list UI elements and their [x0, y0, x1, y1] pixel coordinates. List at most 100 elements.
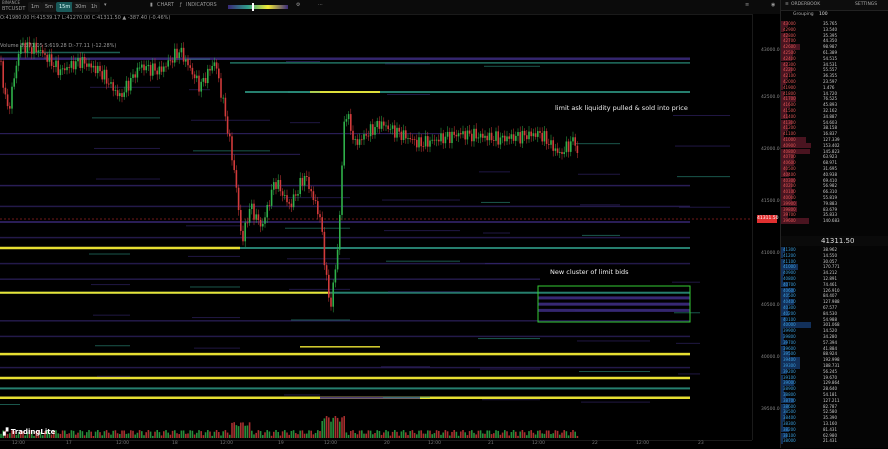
bid-row[interactable]: 38200 81.431: [781, 426, 888, 433]
bid-row[interactable]: 41100 30.057: [781, 258, 888, 265]
ask-row[interactable]: 39900 79.883: [781, 200, 888, 207]
bid-row[interactable]: 38700 127.211: [781, 397, 888, 404]
menu-icon[interactable]: ≡: [745, 2, 749, 8]
ask-row[interactable]: 42600 98.987: [781, 44, 888, 50]
ask-row[interactable]: 41900 1.476: [781, 84, 888, 91]
bid-row[interactable]: 39700 57.394: [781, 339, 888, 346]
ask-row[interactable]: 41300 54.603: [781, 119, 888, 126]
timeframe-30m-button[interactable]: 30m: [72, 2, 90, 12]
bid-row[interactable]: 38000 21.431: [781, 438, 888, 444]
bid-row[interactable]: 38400 35.390: [781, 415, 888, 421]
ask-row[interactable]: 42300 34.531: [781, 61, 888, 68]
ask-row[interactable]: 40200 56.982: [781, 183, 888, 189]
ask-row[interactable]: 42800 35.395: [781, 32, 888, 39]
bid-row[interactable]: 40500 84.407: [781, 293, 888, 299]
heatmap-range-slider[interactable]: [228, 5, 288, 9]
ask-row[interactable]: 41400 34.887: [781, 113, 888, 120]
ask-row[interactable]: 39600 140.683: [781, 218, 888, 224]
ask-size: 44.350: [823, 38, 837, 44]
volume-bar: [79, 430, 81, 438]
tab-settings[interactable]: SETTINGS: [855, 2, 877, 7]
bid-row[interactable]: 41300 38.962: [781, 247, 888, 253]
timeframe-1m-button[interactable]: 1m: [28, 2, 43, 12]
symbol-label[interactable]: BTCUSDT: [2, 6, 25, 12]
more-options-icon[interactable]: ⋯: [318, 2, 323, 8]
candle-body: [519, 132, 521, 144]
dropdown-chevron-icon[interactable]: ▾: [104, 2, 107, 8]
slider-handle[interactable]: [252, 3, 254, 11]
ask-row[interactable]: 42000 23.597: [781, 79, 888, 85]
ask-row[interactable]: 41600 45.893: [781, 102, 888, 108]
bid-row[interactable]: 40300 67.577: [781, 305, 888, 311]
bid-row[interactable]: 38100 62.980: [781, 432, 888, 439]
ask-row[interactable]: 41800 14.720: [781, 90, 888, 97]
candle-body: [409, 138, 411, 140]
price-axis[interactable]: 43000.00 42500.00 42000.00 41500.00 4100…: [752, 14, 782, 440]
ask-price: 42900: [783, 26, 796, 32]
ask-row[interactable]: 39800 83.679: [781, 206, 888, 213]
ask-row[interactable]: 39700 35.833: [781, 212, 888, 218]
bid-row[interactable]: 41000 170.771: [781, 264, 888, 270]
bid-row[interactable]: 39400 192.998: [781, 357, 888, 363]
timeframe-15m-button[interactable]: 15m: [56, 2, 74, 12]
ask-row[interactable]: 41700 76.525: [781, 96, 888, 102]
bid-row[interactable]: 40200 84.530: [781, 310, 888, 317]
ask-row[interactable]: 41000 127.339: [781, 137, 888, 143]
bid-row[interactable]: 38500 52.580: [781, 409, 888, 415]
heatmap-chart[interactable]: [0, 24, 752, 440]
ask-row[interactable]: 42900 13.540: [781, 26, 888, 33]
bid-row[interactable]: 40600 126.910: [781, 287, 888, 294]
bid-row[interactable]: 39500 88.924: [781, 351, 888, 357]
tab-orderbook[interactable]: ORDERBOOK: [791, 2, 820, 7]
ask-row[interactable]: 42700 44.350: [781, 38, 888, 44]
bid-row[interactable]: 40700 74.461: [781, 281, 888, 288]
ask-row[interactable]: 42400 54.515: [781, 55, 888, 62]
bid-row[interactable]: 38600 82.787: [781, 403, 888, 410]
ask-row[interactable]: 41100 16.837: [781, 131, 888, 137]
ask-row[interactable]: 40900 153.402: [781, 142, 888, 149]
ask-row[interactable]: 42200 55.557: [781, 67, 888, 73]
ask-row[interactable]: 40800 145.823: [781, 148, 888, 155]
bid-row[interactable]: 39300 188.731: [781, 363, 888, 369]
ask-row[interactable]: 40100 66.310: [781, 189, 888, 195]
bid-row[interactable]: 39900 14.520: [781, 328, 888, 334]
ask-row[interactable]: 41200 38.158: [781, 125, 888, 131]
indicators-button[interactable]: INDICATORS: [186, 2, 217, 8]
bid-row[interactable]: 41200 14.550: [781, 252, 888, 259]
settings-icon[interactable]: ⚙: [296, 2, 300, 8]
ask-row[interactable]: 40300 69.410: [781, 177, 888, 184]
bid-row[interactable]: 40800 12.891: [781, 276, 888, 282]
bid-row[interactable]: 39000 129.864: [781, 380, 888, 386]
ask-row[interactable]: 40000 55.819: [781, 195, 888, 201]
bid-row[interactable]: 38900 28.640: [781, 386, 888, 392]
ask-row[interactable]: 42500 61.389: [781, 50, 888, 56]
volume-bar: [484, 433, 486, 438]
camera-icon[interactable]: ◉: [771, 2, 775, 8]
timeframe-5m-button[interactable]: 5m: [42, 2, 57, 12]
bid-row[interactable]: 39600 41.884: [781, 345, 888, 352]
candle-body: [559, 151, 561, 153]
bid-row[interactable]: 39100 19.670: [781, 374, 888, 381]
bid-row[interactable]: 38300 13.160: [781, 421, 888, 427]
timeframe-1h-button[interactable]: 1h: [88, 2, 101, 12]
grouping-select[interactable]: 100: [819, 12, 828, 17]
bid-row[interactable]: 39200 56.245: [781, 368, 888, 375]
bid-row[interactable]: 40100 54.988: [781, 316, 888, 323]
ask-row[interactable]: 40400 40.938: [781, 171, 888, 178]
bid-row[interactable]: 40000 301.068: [781, 322, 888, 328]
volume-bar: [545, 430, 548, 438]
ask-price: 41300: [783, 119, 796, 125]
indicators-icon[interactable]: ƒ: [180, 2, 182, 8]
bid-row[interactable]: 40900 34.212: [781, 270, 888, 276]
bid-row[interactable]: 38800 54.181: [781, 392, 888, 398]
bid-row[interactable]: 39800 34.280: [781, 334, 888, 340]
ask-row[interactable]: 40700 63.923: [781, 154, 888, 160]
bid-row[interactable]: 40400 127.988: [781, 299, 888, 305]
ask-row[interactable]: 40600 68.971: [781, 160, 888, 166]
ask-row[interactable]: 43000 35.765: [781, 21, 888, 27]
ask-row[interactable]: 41500 32.162: [781, 108, 888, 114]
ask-row[interactable]: 40500 31.695: [781, 166, 888, 172]
ask-row[interactable]: 42100 36.355: [781, 73, 888, 79]
chart-type-icon[interactable]: ▮: [150, 2, 153, 8]
chart-button[interactable]: CHART: [157, 2, 174, 8]
